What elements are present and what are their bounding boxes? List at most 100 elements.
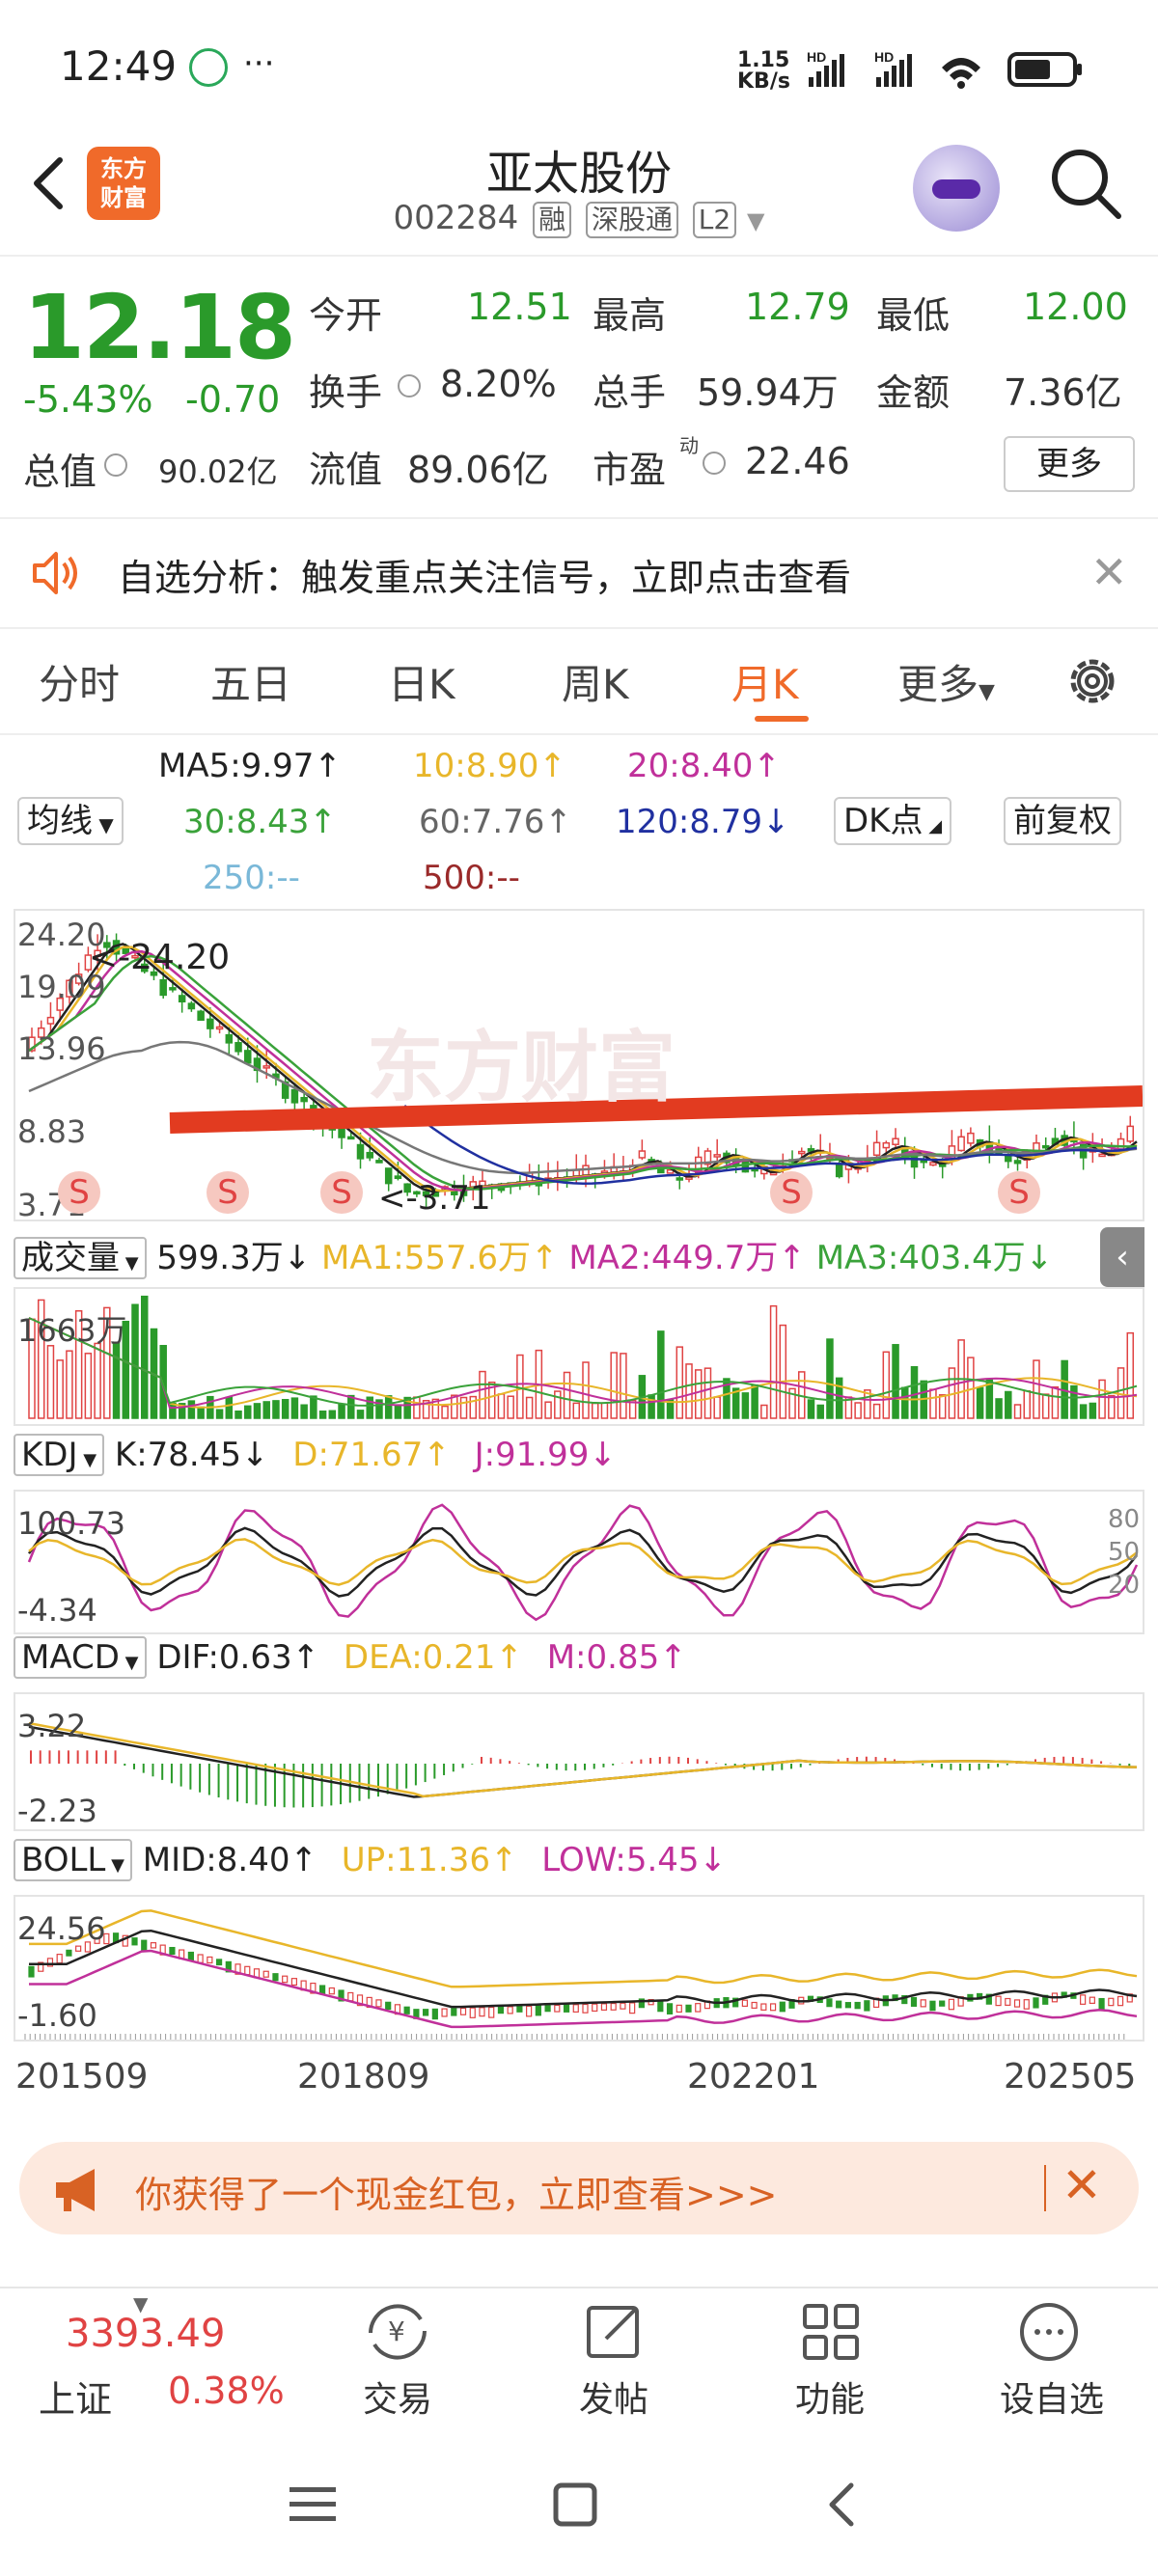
boll-panel[interactable] [14, 1895, 1144, 2042]
add-watchlist-icon[interactable] [1017, 2300, 1081, 2364]
home-icon[interactable] [552, 2481, 598, 2528]
caret-down-icon: ▼ [93, 813, 114, 836]
search-icon[interactable] [1047, 145, 1124, 222]
kdj-selector[interactable]: KDJ ▼ [14, 1434, 105, 1476]
boll-candle [1033, 1997, 1039, 2009]
low-value: 12.00 [1023, 286, 1128, 328]
volume-bar [290, 1397, 299, 1419]
volume-value: 59.94万 [697, 371, 839, 414]
candle-body [882, 1141, 891, 1149]
analysis-banner-text[interactable]: 自选分析：触发重点关注信号，立即点击查看 [118, 548, 851, 601]
add-watchlist-label[interactable]: 设自选 [984, 2371, 1119, 2422]
macd-panel[interactable] [14, 1692, 1144, 1831]
candle-body [159, 978, 167, 997]
boll-candle [131, 1937, 138, 1946]
boll-candle [431, 2008, 438, 2020]
tab-weekly-k[interactable]: 周K [562, 652, 629, 711]
tab-more[interactable]: 更多▼ [897, 652, 995, 711]
functions-icon[interactable] [799, 2300, 863, 2364]
adjust-selector[interactable]: 前复权 [1004, 797, 1121, 845]
trade-icon[interactable]: ¥ [363, 2300, 432, 2364]
tab-five-day[interactable]: 五日 [210, 652, 291, 711]
assistant-robot-icon[interactable] [913, 145, 1000, 232]
boll-candle [469, 2007, 476, 2018]
volume-bar [854, 1402, 862, 1419]
post-icon[interactable] [583, 2300, 647, 2364]
candle-body [207, 1018, 214, 1029]
signal-s-badge[interactable]: S [207, 1171, 249, 1214]
watermark: 东方财富 [367, 1023, 676, 1112]
candle-body [46, 1016, 55, 1025]
tag-margin: 融 [533, 202, 572, 238]
signal-s-badge[interactable]: S [58, 1171, 100, 1214]
volume-ma3: MA3:403.4万↓ [815, 1239, 1054, 1277]
candle-body [835, 1164, 843, 1178]
volume-selector[interactable]: 成交量 ▼ [14, 1237, 147, 1279]
boll-candle [375, 1999, 382, 2008]
candle-body [798, 1150, 806, 1155]
gear-icon[interactable] [1063, 652, 1121, 710]
index-name[interactable]: 上证 [39, 2370, 112, 2423]
caret-down-icon: ▼ [119, 1653, 139, 1673]
dk-point-selector[interactable]: DK点 ◢ [834, 797, 952, 845]
high-label: 最高 [593, 294, 667, 337]
dk-label: DK点 [843, 802, 924, 840]
date-label: 201509 [15, 2057, 149, 2096]
close-icon[interactable]: ✕ [1090, 546, 1128, 598]
post-label[interactable]: 发帖 [556, 2371, 672, 2422]
volume-bar [507, 1395, 514, 1419]
pe-label: 市盈 [593, 449, 667, 491]
volume-bar [215, 1409, 224, 1419]
caret-down-icon[interactable]: ▼ [747, 207, 764, 234]
candle-body [356, 1143, 365, 1160]
index-value[interactable]: 3393.49 [66, 2312, 225, 2356]
open-value: 12.51 [467, 286, 572, 328]
volume-bar [479, 1370, 486, 1419]
signal-s-badge[interactable]: S [320, 1171, 363, 1214]
back-icon[interactable] [822, 2481, 861, 2528]
info-icon[interactable] [703, 452, 726, 475]
signal-s-badge[interactable]: S [998, 1171, 1040, 1214]
kdj-panel[interactable] [14, 1490, 1144, 1634]
volume-panel[interactable] [14, 1287, 1144, 1426]
red-packet-text[interactable]: 你获得了一个现金红包，立即查看>>> [135, 2165, 778, 2218]
boll-candle [272, 1973, 279, 1982]
boll-candle [685, 2004, 692, 2013]
volume-bar [600, 1402, 609, 1419]
boll-selector[interactable]: BOLL ▼ [14, 1839, 132, 1881]
boll-candle [582, 2003, 589, 2014]
info-icon[interactable] [398, 374, 421, 397]
info-icon[interactable] [104, 453, 127, 477]
tab-intraday[interactable]: 分时 [39, 652, 120, 711]
volume-bar [1108, 1394, 1116, 1419]
functions-label[interactable]: 功能 [772, 2371, 888, 2422]
volume-bar [131, 1303, 139, 1419]
volume-bar [751, 1384, 758, 1419]
trade-label[interactable]: 交易 [340, 2371, 455, 2422]
tab-monthly-k[interactable]: 月K [731, 652, 799, 711]
signal-s-badge[interactable]: S [770, 1171, 813, 1214]
more-button[interactable]: 更多 [1004, 436, 1135, 492]
boll-candle [282, 1975, 289, 1984]
volume-bar [882, 1351, 891, 1419]
boll-chip-label: BOLL [21, 1841, 106, 1879]
boll-candle [676, 2004, 682, 2014]
date-label: 202505 [1004, 2057, 1137, 2096]
volume-bar [225, 1396, 234, 1419]
volume-bar [347, 1394, 355, 1419]
close-icon[interactable]: ✕ [1062, 2157, 1102, 2213]
ma-selector[interactable]: 均线 ▼ [17, 797, 124, 845]
speaker-icon [33, 552, 77, 594]
menu-icon[interactable] [290, 2483, 336, 2526]
macd-selector[interactable]: MACD ▼ [14, 1636, 147, 1679]
kdj-legend: KDJ ▼ K:78.45↓ D:71.67↑ J:91.99↓ [14, 1434, 617, 1476]
caret-icon: ◢ [923, 816, 943, 836]
tab-daily-k[interactable]: 日K [388, 652, 455, 711]
volume-bar [1089, 1402, 1097, 1419]
index-change[interactable]: 0.38% [168, 2370, 285, 2412]
macd-line [28, 1721, 1138, 1798]
volume-bar [497, 1393, 506, 1419]
pe-superscript: 动 [679, 434, 699, 457]
collapse-left-icon[interactable]: ‹ [1100, 1227, 1144, 1287]
volume-y-label: 1663万 [17, 1312, 127, 1349]
